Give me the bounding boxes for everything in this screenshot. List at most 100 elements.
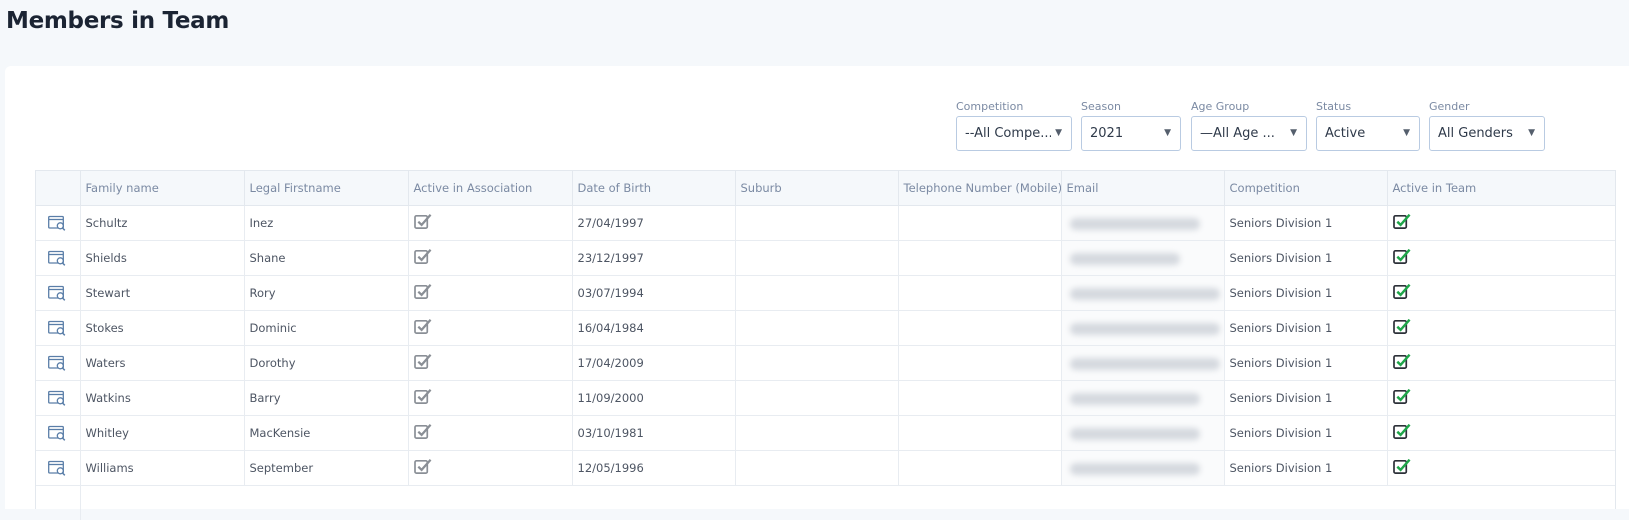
active-association-cell — [408, 381, 572, 416]
table-row: SchultzInez27/04/1997Seniors Division 1 — [36, 206, 1615, 241]
select-value: --All Compe... — [965, 117, 1051, 150]
email-redacted — [1070, 288, 1220, 300]
checkbox-checked-green-icon[interactable] — [1393, 213, 1412, 233]
email-redacted — [1070, 428, 1200, 440]
family-name-cell: Williams — [80, 451, 244, 486]
column-header-active-in-association[interactable]: Active in Association — [408, 171, 572, 206]
email-cell — [1061, 451, 1224, 486]
email-cell — [1061, 346, 1224, 381]
view-cell — [36, 451, 80, 486]
select-value: All Genders — [1438, 117, 1513, 150]
email-redacted — [1070, 393, 1200, 405]
filter-label: Gender — [1429, 100, 1545, 114]
view-record-icon[interactable] — [48, 250, 66, 266]
column-header-competition[interactable]: Competition — [1224, 171, 1387, 206]
column-header-active-in-team[interactable]: Active in Team — [1387, 171, 1615, 206]
suburb-cell — [735, 311, 898, 346]
checkbox-checked-gray-icon — [414, 248, 433, 268]
active-in-team-cell — [1387, 241, 1615, 276]
checkbox-checked-green-icon[interactable] — [1393, 353, 1412, 373]
family-name-cell: Whitley — [80, 416, 244, 451]
suburb-cell — [735, 416, 898, 451]
table-row: WilliamsSeptember12/05/1996Seniors Divis… — [36, 451, 1615, 486]
checkbox-checked-gray-icon — [414, 213, 433, 233]
email-cell — [1061, 206, 1224, 241]
active-in-team-cell — [1387, 416, 1615, 451]
view-cell — [36, 416, 80, 451]
age-group-select[interactable]: —All Age ... ▼ — [1191, 116, 1307, 151]
email-redacted — [1070, 253, 1180, 265]
filter-bar: Competition --All Compe... ▼ Season 2021… — [5, 100, 1629, 160]
telephone-cell — [898, 381, 1061, 416]
email-cell — [1061, 276, 1224, 311]
email-redacted — [1070, 463, 1200, 475]
active-in-team-cell — [1387, 381, 1615, 416]
column-header-legal-firstname[interactable]: Legal Firstname — [244, 171, 408, 206]
view-record-icon[interactable] — [48, 285, 66, 301]
telephone-cell — [898, 241, 1061, 276]
legal-firstname-cell: Dominic — [244, 311, 408, 346]
column-header-suburb[interactable]: Suburb — [735, 171, 898, 206]
column-header-date-of-birth[interactable]: Date of Birth — [572, 171, 735, 206]
legal-firstname-cell: September — [244, 451, 408, 486]
email-cell — [1061, 311, 1224, 346]
email-redacted — [1070, 218, 1200, 230]
members-card: Competition --All Compe... ▼ Season 2021… — [5, 66, 1629, 509]
suburb-cell — [735, 381, 898, 416]
active-association-cell — [408, 276, 572, 311]
column-header-telephone[interactable]: Telephone Number (Mobile) — [898, 171, 1061, 206]
telephone-cell — [898, 451, 1061, 486]
suburb-cell — [735, 241, 898, 276]
view-record-icon[interactable] — [48, 460, 66, 476]
active-association-cell — [408, 311, 572, 346]
caret-down-icon: ▼ — [1403, 117, 1410, 150]
filter-label: Age Group — [1191, 100, 1307, 114]
competition-select[interactable]: --All Compe... ▼ — [956, 116, 1072, 151]
family-name-cell: Stewart — [80, 276, 244, 311]
checkbox-checked-green-icon[interactable] — [1393, 318, 1412, 338]
checkbox-checked-green-icon[interactable] — [1393, 458, 1412, 478]
checkbox-checked-gray-icon — [414, 458, 433, 478]
view-record-icon[interactable] — [48, 320, 66, 336]
gender-select[interactable]: All Genders ▼ — [1429, 116, 1545, 151]
active-association-cell — [408, 451, 572, 486]
status-select[interactable]: Active ▼ — [1316, 116, 1420, 151]
checkbox-checked-gray-icon — [414, 353, 433, 373]
column-header-family-name[interactable]: Family name — [80, 171, 244, 206]
competition-cell: Seniors Division 1 — [1224, 206, 1387, 241]
date-of-birth-cell: 17/04/2009 — [572, 346, 735, 381]
view-cell — [36, 276, 80, 311]
season-select[interactable]: 2021 ▼ — [1081, 116, 1181, 151]
view-record-icon[interactable] — [48, 355, 66, 371]
telephone-cell — [898, 206, 1061, 241]
checkbox-checked-green-icon[interactable] — [1393, 423, 1412, 443]
table-row-empty — [36, 486, 1615, 520]
view-cell — [36, 311, 80, 346]
view-record-icon[interactable] — [48, 390, 66, 406]
view-record-icon[interactable] — [48, 425, 66, 441]
checkbox-checked-green-icon[interactable] — [1393, 248, 1412, 268]
caret-down-icon: ▼ — [1164, 117, 1171, 150]
filter-gender: Gender All Genders ▼ — [1429, 100, 1545, 151]
view-cell — [36, 381, 80, 416]
select-value: —All Age ... — [1200, 117, 1286, 150]
legal-firstname-cell: Shane — [244, 241, 408, 276]
competition-cell: Seniors Division 1 — [1224, 311, 1387, 346]
column-header-email[interactable]: Email — [1061, 171, 1224, 206]
checkbox-checked-green-icon[interactable] — [1393, 283, 1412, 303]
checkbox-checked-green-icon[interactable] — [1393, 388, 1412, 408]
select-value: Active — [1325, 117, 1365, 150]
members-table: Family name Legal Firstname Active in As… — [35, 170, 1616, 509]
family-name-cell: Shields — [80, 241, 244, 276]
empty-cell — [80, 486, 1615, 520]
caret-down-icon: ▼ — [1528, 117, 1535, 150]
competition-cell: Seniors Division 1 — [1224, 451, 1387, 486]
view-record-icon[interactable] — [48, 215, 66, 231]
family-name-cell: Stokes — [80, 311, 244, 346]
table-row: WatersDorothy17/04/2009Seniors Division … — [36, 346, 1615, 381]
filter-season: Season 2021 ▼ — [1081, 100, 1181, 151]
view-cell — [36, 206, 80, 241]
legal-firstname-cell: Rory — [244, 276, 408, 311]
active-association-cell — [408, 416, 572, 451]
select-value: 2021 — [1090, 117, 1123, 150]
